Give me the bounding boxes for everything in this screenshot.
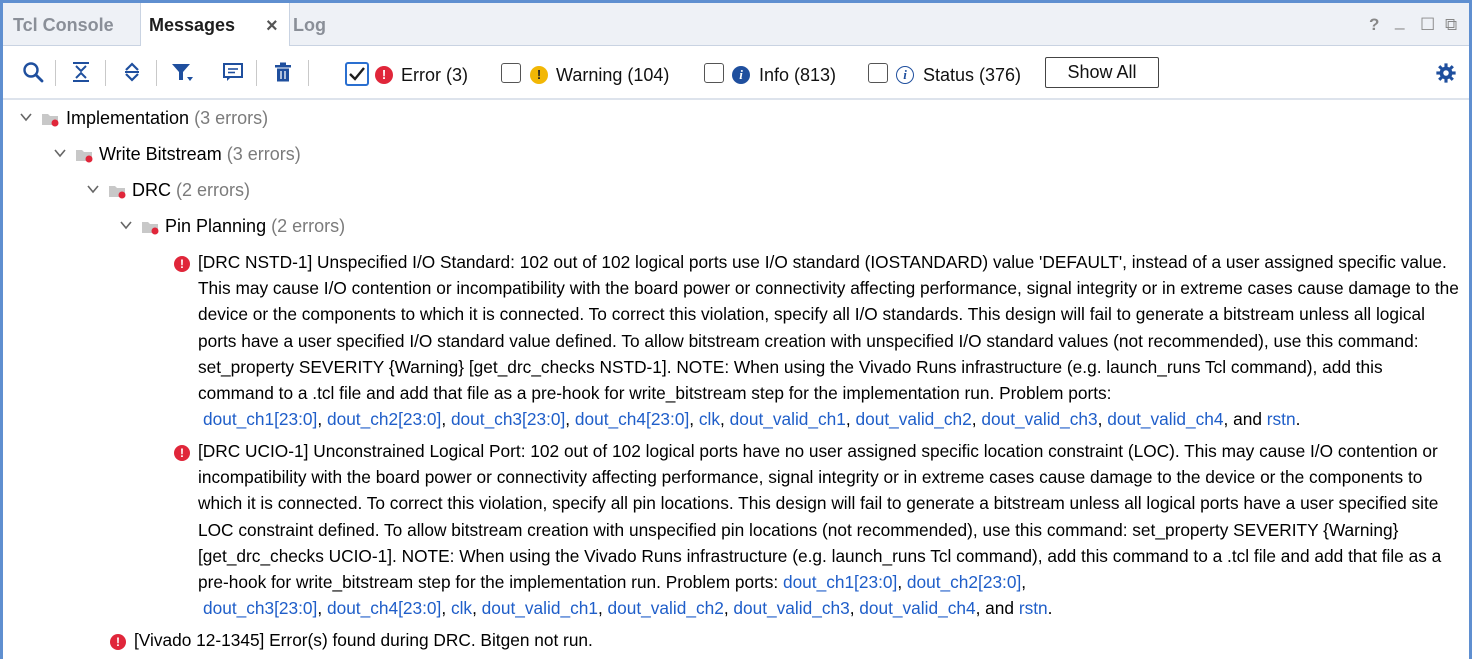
error-icon: ! (110, 634, 126, 650)
folder-error-icon (42, 114, 59, 127)
conjunction: and (985, 598, 1015, 619)
filter-icon[interactable] (169, 60, 193, 84)
error-filter-label: Error (3) (401, 65, 468, 85)
folder-error-icon (109, 186, 126, 199)
chevron-down-icon[interactable] (19, 110, 33, 124)
message-text: [DRC NSTD-1] Unspecified I/O Standard: 1… (198, 252, 1459, 404)
restore-icon[interactable]: ⧉ (1445, 15, 1457, 35)
port-link[interactable]: dout_valid_ch4 (1107, 409, 1223, 429)
info-filter-checkbox[interactable] (704, 63, 724, 83)
folder-error-icon (76, 150, 93, 163)
minimize-icon[interactable]: _ (1395, 11, 1404, 31)
error-filter-checkbox[interactable] (345, 62, 369, 86)
status-filter-checkbox[interactable] (868, 63, 888, 83)
port-link[interactable]: dout_valid_ch3 (981, 409, 1097, 429)
chevron-down-icon[interactable] (86, 182, 100, 196)
tree-label: Implementation (66, 108, 190, 128)
port-link[interactable]: rstn (1019, 598, 1048, 618)
status-filter-label: Status (376) (923, 65, 1022, 85)
tab-tcl-console[interactable]: Tcl Console (13, 3, 114, 45)
error-count: (3 errors) (226, 144, 301, 164)
message-text: [DRC UCIO-1] Unconstrained Logical Port:… (198, 441, 1442, 593)
folder-error-icon (142, 222, 159, 235)
close-icon[interactable]: × (266, 3, 278, 49)
chevron-down-icon[interactable] (119, 218, 133, 232)
collapse-all-icon[interactable] (69, 60, 93, 84)
error-icon: ! (375, 66, 393, 84)
tree-label: Pin Planning (165, 216, 267, 236)
port-link[interactable]: rstn (1267, 409, 1296, 429)
toolbar: ! Error (3) ! Warning (104) i Info (813)… (3, 46, 1469, 100)
port-link[interactable]: dout_ch2[23:0] (327, 409, 441, 429)
port-link[interactable]: dout_ch1[23:0] (783, 572, 897, 592)
error-count: (2 errors) (271, 216, 346, 236)
error-count: (2 errors) (176, 180, 251, 200)
chevron-down-icon[interactable] (53, 146, 67, 160)
tree-label: DRC (132, 180, 171, 200)
message-icon[interactable] (221, 60, 245, 84)
messages-panel: Tcl Console Messages × Log ? _ ☐ ⧉ ! Err… (0, 0, 1472, 659)
toolbar-divider (308, 60, 309, 86)
tab-log[interactable]: Log (293, 3, 326, 45)
error-count: (3 errors) (194, 108, 269, 128)
status-icon: i (896, 66, 914, 84)
toolbar-divider (256, 60, 257, 86)
warning-filter-checkbox[interactable] (501, 63, 521, 83)
expand-all-icon[interactable] (120, 60, 144, 84)
port-link[interactable]: dout_ch4[23:0] (575, 409, 689, 429)
tab-messages[interactable]: Messages × (140, 3, 290, 46)
port-link[interactable]: dout_ch2[23:0] (907, 572, 1021, 592)
port-link[interactable]: dout_valid_ch1 (730, 409, 846, 429)
show-all-button[interactable]: Show All (1045, 57, 1159, 88)
port-link[interactable]: dout_valid_ch2 (608, 598, 724, 618)
warning-filter-label: Warning (104) (556, 65, 670, 85)
toolbar-divider (105, 60, 106, 86)
port-link[interactable]: dout_ch3[23:0] (451, 409, 565, 429)
toolbar-divider (156, 60, 157, 86)
maximize-icon[interactable]: ☐ (1420, 15, 1435, 35)
problem-ports: dout_ch3[23:0], dout_ch4[23:0], clk, dou… (203, 598, 1053, 619)
warning-icon: ! (530, 66, 548, 84)
port-link[interactable]: clk (699, 409, 720, 429)
port-link[interactable]: dout_ch1[23:0] (203, 409, 317, 429)
search-icon[interactable] (21, 60, 45, 84)
problem-ports: dout_ch1[23:0], dout_ch2[23:0], dout_ch3… (203, 409, 1301, 430)
toolbar-divider (55, 60, 56, 86)
delete-icon[interactable] (271, 60, 295, 84)
error-icon: ! (174, 256, 190, 272)
message-text: [Vivado 12-1345] Error(s) found during D… (134, 630, 593, 650)
error-icon: ! (174, 445, 190, 461)
port-link[interactable]: dout_valid_ch1 (482, 598, 598, 618)
conjunction: and (1233, 409, 1262, 430)
port-link[interactable]: dout_valid_ch3 (733, 598, 849, 618)
port-link[interactable]: dout_valid_ch2 (855, 409, 971, 429)
info-icon: i (732, 66, 750, 84)
port-link[interactable]: dout_valid_ch4 (859, 598, 975, 618)
tab-bar: Tcl Console Messages × Log ? _ ☐ ⧉ (3, 3, 1469, 46)
port-link[interactable]: clk (451, 598, 472, 618)
help-icon[interactable]: ? (1369, 15, 1379, 35)
info-filter-label: Info (813) (759, 65, 837, 85)
gear-icon[interactable] (1435, 62, 1457, 84)
port-link[interactable]: dout_ch3[23:0] (203, 598, 317, 618)
port-link[interactable]: dout_ch4[23:0] (327, 598, 441, 618)
tree-label: Write Bitstream (99, 144, 222, 164)
tab-messages-label: Messages (149, 15, 236, 35)
